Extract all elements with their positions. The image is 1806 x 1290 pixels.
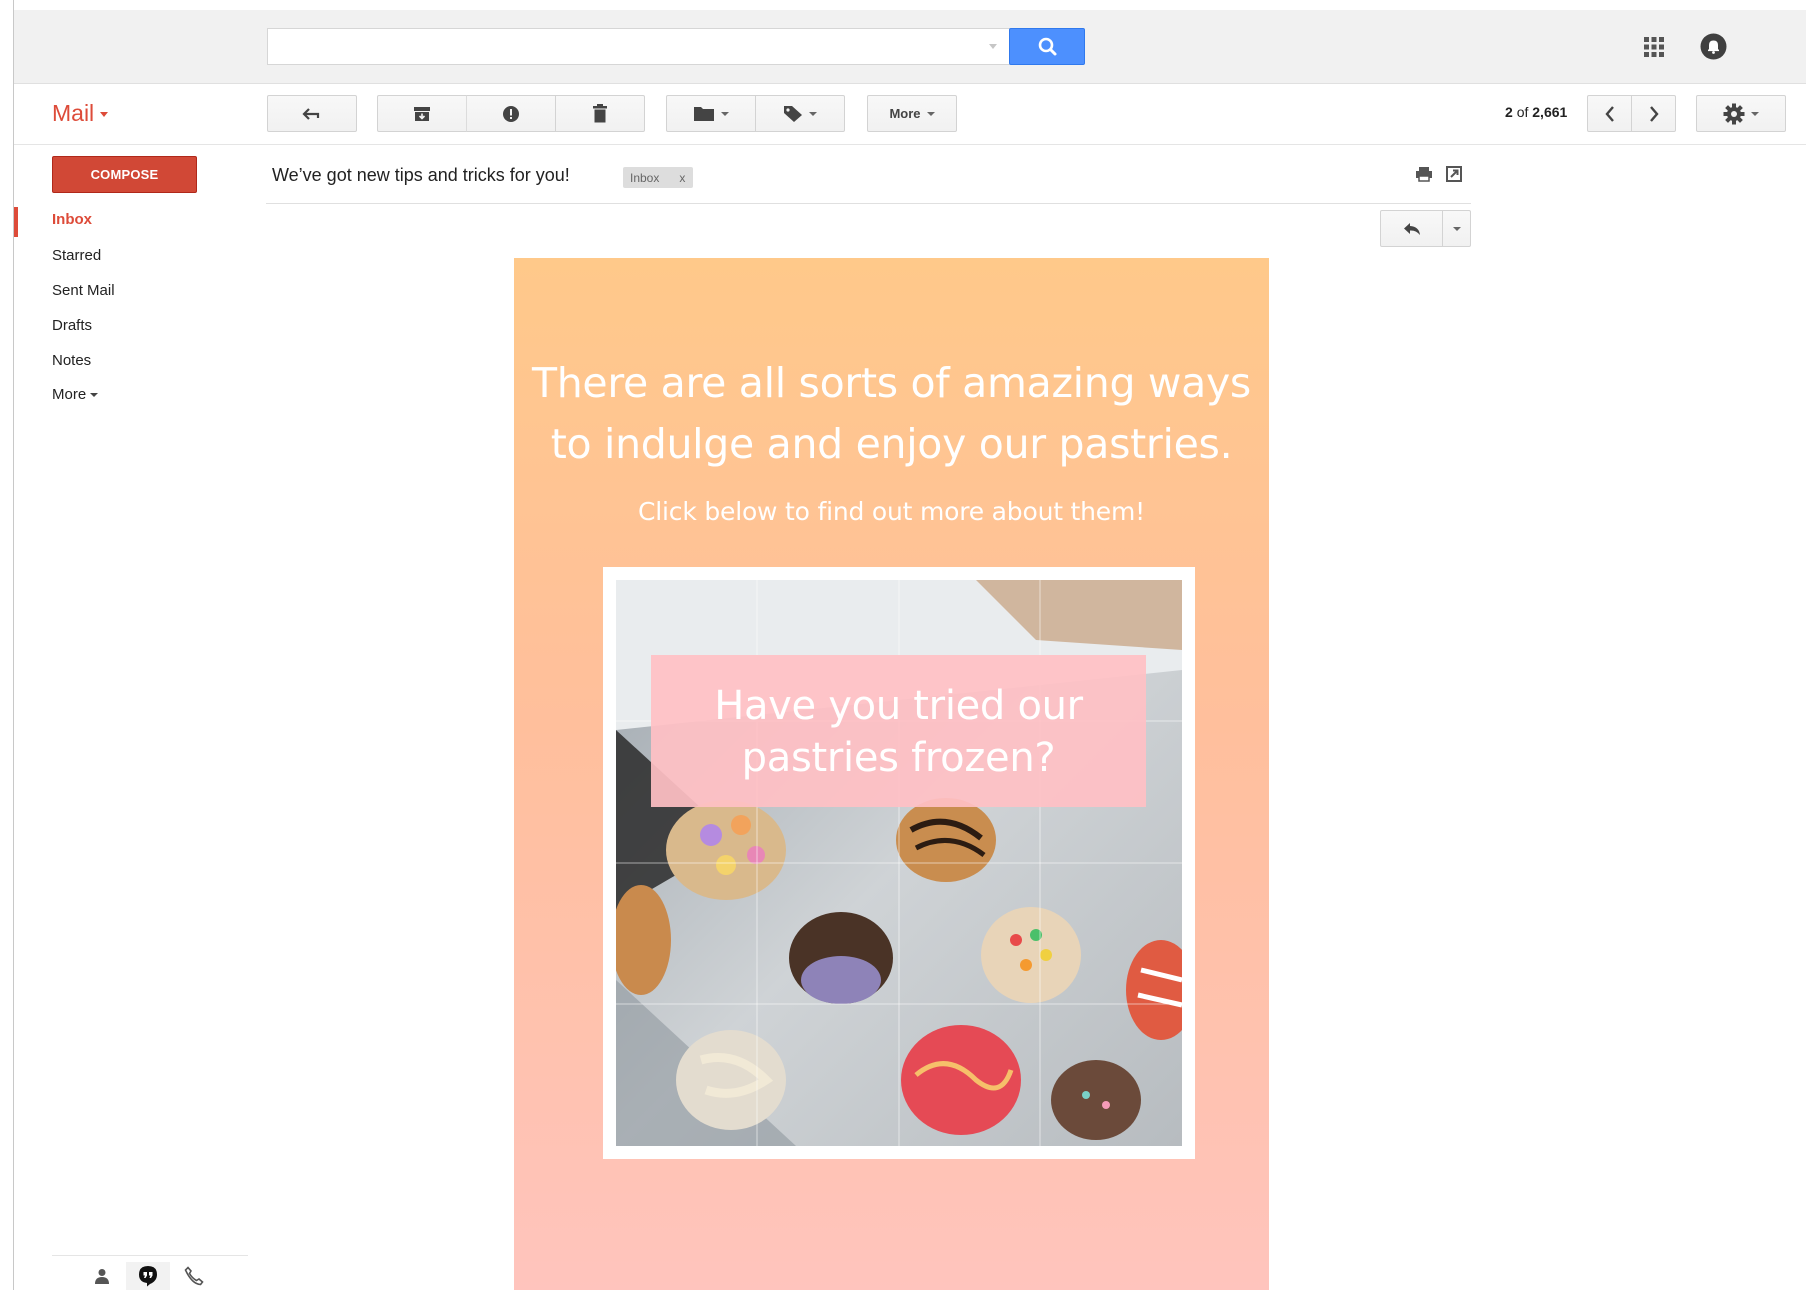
sidebar-item-inbox[interactable]: Inbox — [52, 211, 92, 228]
sidebar-item-sent-mail[interactable]: Sent Mail — [52, 282, 115, 299]
chevron-right-icon — [1649, 105, 1659, 122]
mail-app-switcher[interactable]: Mail — [52, 100, 109, 127]
email-body: There are all sorts of amazing ways to i… — [514, 258, 1269, 1290]
phone-tab[interactable] — [172, 1262, 216, 1290]
settings-button[interactable] — [1696, 95, 1786, 132]
remove-label-button[interactable]: x — [679, 171, 685, 185]
subject-divider — [266, 203, 1471, 204]
message-subject: We’ve got new tips and tricks for you! — [272, 165, 570, 185]
promo-overlay-line-2: pastries frozen? — [741, 735, 1056, 781]
sidebar-item-starred[interactable]: Starred — [52, 247, 101, 264]
message-toolbar: Mail More 2 of 2,661 — [14, 85, 1806, 145]
pager-total: 2,661 — [1532, 104, 1568, 120]
report-spam-button[interactable] — [466, 95, 556, 132]
hangouts-icon — [139, 1266, 157, 1287]
chevron-down-icon — [809, 111, 817, 116]
chevron-down-icon — [721, 111, 729, 116]
sidebar-footer-divider — [52, 1255, 248, 1256]
sidebar-more-label: More — [52, 386, 87, 403]
search-input[interactable] — [267, 28, 1011, 65]
active-nav-indicator — [14, 207, 18, 237]
older-message-button[interactable] — [1631, 95, 1676, 132]
mail-app-title: Mail — [52, 100, 95, 126]
person-icon — [95, 1269, 109, 1284]
pastries-photo: Have you tried our pastries frozen? — [616, 580, 1182, 1146]
chevron-down-icon — [100, 112, 109, 118]
search-button[interactable] — [1009, 28, 1085, 65]
email-headline-line-1: There are all sorts of amazing ways — [532, 359, 1251, 407]
promo-overlay-line-1: Have you tried our — [714, 683, 1083, 729]
report-spam-icon — [503, 105, 519, 122]
archive-button[interactable] — [377, 95, 467, 132]
chevron-down-icon — [1452, 226, 1461, 231]
sidebar-item-drafts[interactable]: Drafts — [52, 317, 92, 334]
labels-button[interactable] — [755, 95, 845, 132]
gear-icon — [1723, 103, 1745, 124]
archive-icon — [414, 106, 430, 121]
sidebar-item-notes[interactable]: Notes — [52, 352, 91, 369]
label-tag-icon — [784, 105, 802, 122]
folder-icon — [694, 107, 714, 121]
newer-message-button[interactable] — [1587, 95, 1632, 132]
trash-icon — [593, 104, 607, 123]
inbox-label-chip: Inbox x — [623, 167, 694, 188]
notifications-bell-icon[interactable] — [1699, 32, 1728, 61]
chevron-down-icon — [926, 111, 935, 116]
more-actions-label: More — [889, 106, 921, 121]
chevron-down-icon — [1751, 111, 1759, 116]
top-bar — [14, 10, 1806, 84]
pastries-image-link[interactable]: Have you tried our pastries frozen? — [603, 567, 1195, 1159]
email-headline: There are all sorts of amazing ways to i… — [514, 353, 1269, 475]
chevron-left-icon — [1604, 105, 1614, 122]
email-call-to-action[interactable]: Click below to find out more about them! — [514, 497, 1269, 526]
label-chip-text: Inbox — [630, 170, 660, 185]
compose-button[interactable]: COMPOSE — [52, 156, 197, 193]
new-window-icon[interactable] — [1446, 166, 1462, 182]
more-reply-options-button[interactable] — [1442, 210, 1471, 247]
pager-of: of — [1516, 104, 1529, 120]
phone-icon — [184, 1266, 204, 1286]
back-arrow-icon — [302, 107, 320, 120]
more-actions-button[interactable]: More — [867, 95, 957, 132]
print-icon[interactable] — [1415, 166, 1433, 182]
apps-grid-icon[interactable] — [1642, 35, 1666, 59]
delete-button[interactable] — [555, 95, 645, 132]
chevron-down-icon — [90, 393, 99, 398]
reply-icon — [1403, 222, 1420, 235]
pagination-status: 2 of 2,661 — [1505, 104, 1567, 120]
promo-overlay-text: Have you tried our pastries frozen? — [651, 680, 1146, 784]
reply-button[interactable] — [1380, 210, 1443, 247]
contacts-tab[interactable] — [80, 1262, 124, 1290]
back-to-inbox-button[interactable] — [267, 95, 357, 132]
move-to-button[interactable] — [666, 95, 756, 132]
search-options-caret-icon[interactable] — [989, 44, 997, 49]
window-edge — [13, 0, 14, 1290]
pager-current: 2 — [1505, 104, 1513, 120]
search-icon — [1038, 37, 1057, 56]
sidebar-item-more[interactable]: More — [52, 386, 99, 403]
hangouts-tab[interactable] — [126, 1262, 170, 1290]
email-headline-line-2: to indulge and enjoy our pastries. — [550, 420, 1233, 468]
